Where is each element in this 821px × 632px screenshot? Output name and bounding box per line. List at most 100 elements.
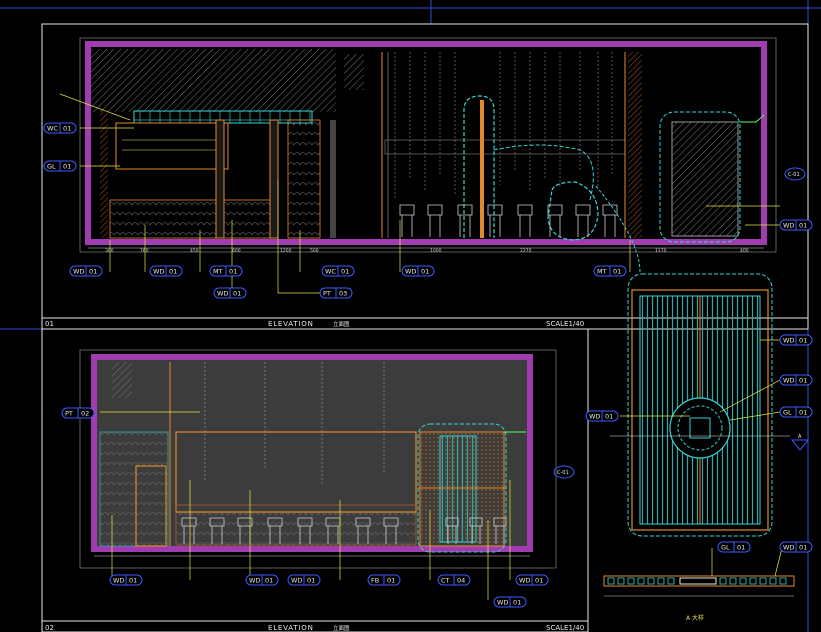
tag-code: GL [47,163,56,171]
tag-number: 01 [233,290,241,298]
elevation-01-number: 01 [45,320,54,328]
tag-number: 01 [229,268,237,276]
section-arrow [790,439,810,451]
material-tag: PT 02 [61,407,95,419]
svg-text:1000: 1000 [430,248,442,254]
tag-number: 01 [307,577,315,585]
tag-number: 01 [63,163,71,171]
tag-code: GL [721,544,730,552]
elevation-01-scale: SCALE1/40 [546,320,584,328]
tag-code: FB [371,577,379,585]
tag-number: 01 [63,125,71,133]
tag-number: 02 [81,410,89,418]
tag-code: WD [217,290,228,298]
elevation-02-title: ELEVATION [268,624,314,632]
tag-code: WD [113,577,124,585]
tag-code: WD [249,577,260,585]
tag-number: 01 [737,544,745,552]
material-tag: MT 01 [209,265,243,277]
tag-number: 01 [387,577,395,585]
tag-code: WD [405,268,416,276]
svg-text:1200: 1200 [280,248,292,254]
tag-code: WD [153,268,164,276]
booth-panel [671,121,739,237]
tag-number: 01 [799,544,807,552]
tag-number: 01 [421,268,429,276]
tag-number: 01 [605,413,613,421]
tag-number: 01 [341,268,349,276]
elevation-01-subtitle: 立面图 [333,320,350,328]
material-tag: CT 04 [437,574,471,586]
svg-text:300: 300 [105,248,114,254]
tag-code: PT [323,290,331,298]
svg-text:500: 500 [310,248,319,254]
elevation-01: 300 760 450 600 1200 500 1000 2270 1170 400 [41,23,809,330]
svg-text:600: 600 [232,248,241,254]
material-tag: WC 01 [321,265,355,277]
tag-code: CT [441,577,450,585]
material-tag: WD 01 [245,574,279,586]
svg-text:400: 400 [740,248,749,254]
material-tag: GL 01 [717,541,751,553]
tag-code: MT [213,268,223,276]
tag-number: 01 [513,599,521,607]
material-tag: GL 01 [779,406,813,418]
tag-code: PT [65,410,73,418]
tag-code: WD [589,413,600,421]
tag-code: MT [597,268,607,276]
tag-number: 01 [613,268,621,276]
tag-number: 04 [457,577,465,585]
material-tag: GL 01 [43,160,77,172]
material-tag: WC 01 [43,122,77,134]
tag-code: WD [783,337,794,345]
material-tag: WD 01 [401,265,435,277]
material-tag: WD 01 [585,410,619,422]
material-tag: WD 01 [779,541,813,553]
bar-chairs [399,204,618,237]
tag-code: GL [783,409,792,417]
material-tag: WD 01 [213,287,247,299]
tag-code: WD [73,268,84,276]
section-mark-top: C-01 [788,172,800,178]
tag-number: 01 [169,268,177,276]
material-tag: WD 01 [69,265,103,277]
tag-number: 01 [89,268,97,276]
svg-text:760: 760 [140,248,149,254]
detail-marker: A [798,434,802,440]
tag-code: WD [783,222,794,230]
elevation-02-subtitle: 立面图 [333,624,350,632]
tag-number: 01 [799,222,807,230]
tag-number: 01 [799,409,807,417]
material-tag: WD 01 [493,596,527,608]
tag-number: 01 [265,577,273,585]
elevation-02-number: 02 [45,624,54,632]
material-tag: FB 01 [367,574,401,586]
tag-code: WC [47,125,58,133]
tag-number: 01 [799,337,807,345]
elevation-01-title: ELEVATION [268,320,314,328]
tag-number: 01 [799,377,807,385]
tag-code: WD [519,577,530,585]
material-tag: WD 01 [515,574,549,586]
svg-text:1170: 1170 [655,248,667,254]
center-medallion [669,397,731,459]
tag-code: WD [783,377,794,385]
tag-code: WD [291,577,302,585]
material-tag: WD 01 [149,265,183,277]
cad-elevation-drawing: 300 760 450 600 1200 500 1000 2270 1170 400 [0,0,821,632]
material-tag: MT 01 [593,265,627,277]
material-tag: WD 01 [287,574,321,586]
tag-number: 01 [129,577,137,585]
tag-code: WD [783,544,794,552]
svg-text:2270: 2270 [520,248,532,254]
material-tag: WD 01 [779,334,813,346]
elevation-02 [41,328,589,632]
svg-text:450: 450 [190,248,199,254]
section-mark-bottom: C-01 [557,470,569,476]
detail-label: A 大样 [686,614,704,622]
elevation-02-scale: SCALE1/40 [546,624,584,632]
tag-code: WC [325,268,336,276]
material-tag: WD 01 [779,219,813,231]
tag-number: 03 [339,290,347,298]
material-tag: PT 03 [319,287,353,299]
